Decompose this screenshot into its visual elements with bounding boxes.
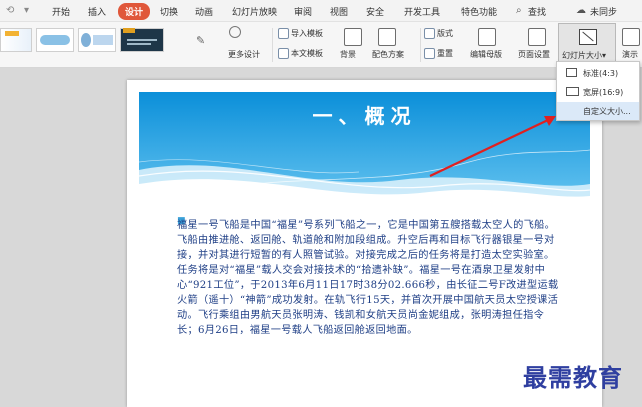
reset-label: 重置	[437, 49, 453, 58]
page-setup-button[interactable]: 页面设置	[518, 49, 550, 60]
custom-size-option[interactable]: 自定义大小...	[557, 102, 639, 120]
slide-size-dropdown: 标准(4:3) 宽屏(16:9) 自定义大小...	[556, 61, 640, 121]
theme-thumbnail-3[interactable]	[78, 28, 116, 52]
text-template-button[interactable]: 本文模板	[278, 48, 323, 59]
menu-home[interactable]: 开始	[52, 5, 70, 18]
more-designs-label[interactable]: 更多设计	[228, 49, 260, 60]
slide-size-label: 幻灯片大小	[562, 51, 602, 60]
menu-developer[interactable]: 开发工具	[404, 5, 440, 18]
menu-animation[interactable]: 动画	[195, 5, 213, 18]
separator	[420, 28, 421, 62]
import-template-button[interactable]: 导入模板	[278, 28, 323, 39]
sync-status[interactable]: 未同步	[590, 5, 617, 18]
import-template-label: 导入模板	[291, 29, 323, 38]
text-template-label: 本文模板	[291, 49, 323, 58]
reset-button[interactable]: 重置	[424, 48, 453, 59]
slide-body-text[interactable]: 福星一号飞船是中国“福星”号系列飞船之一，它是中国第五艘搭载太空人的飞船。飞船由…	[177, 218, 562, 338]
widescreen-size-label: 宽屏(16:9)	[583, 88, 624, 97]
layout-button[interactable]: 版式	[424, 28, 453, 39]
edit-master-button[interactable]: 编辑母版	[470, 49, 502, 60]
page-setup-icon[interactable]	[528, 28, 546, 46]
brush-icon[interactable]: ✎	[196, 34, 205, 47]
menu-view[interactable]: 视图	[330, 5, 348, 18]
present-icon[interactable]	[622, 28, 640, 46]
undo-icon[interactable]: ⟲	[6, 5, 14, 16]
design-ribbon: ✎ 更多设计 导入模板 本文模板 背景 配色方案 版式 重置 编辑母版 页面设置…	[0, 22, 642, 68]
background-icon[interactable]	[344, 28, 362, 46]
wps-presentation-window: ⟲ ▾ 开始 插入 设计 切换 动画 幻灯片放映 审阅 视图 安全 开发工具 特…	[0, 0, 642, 407]
menu-bar: ⟲ ▾ 开始 插入 设计 切换 动画 幻灯片放映 审阅 视图 安全 开发工具 特…	[0, 0, 642, 22]
standard-size-option[interactable]: 标准(4:3)	[557, 64, 639, 82]
more-designs-icon[interactable]	[229, 26, 241, 38]
watermark-text: 最需教育	[523, 363, 623, 392]
menu-find[interactable]: 查找	[528, 5, 546, 18]
edit-master-icon[interactable]	[478, 28, 496, 46]
standard-size-label: 标准(4:3)	[583, 69, 619, 78]
background-button[interactable]: 背景	[340, 49, 356, 60]
color-scheme-icon[interactable]	[378, 28, 396, 46]
present-button[interactable]: 演示	[622, 49, 638, 60]
standard-size-icon	[566, 68, 577, 77]
menu-review[interactable]: 审阅	[294, 5, 312, 18]
text-template-icon	[278, 48, 289, 59]
widescreen-size-option[interactable]: 宽屏(16:9)	[557, 83, 639, 101]
chevron-down-icon: ▾	[602, 51, 607, 60]
menu-transition[interactable]: 切换	[160, 5, 178, 18]
menu-features[interactable]: 特色功能	[461, 5, 497, 18]
layout-label: 版式	[437, 29, 453, 38]
layout-icon	[424, 28, 435, 39]
widescreen-size-icon	[566, 87, 579, 96]
theme-thumbnail-4[interactable]	[120, 28, 164, 52]
chevron-down-icon[interactable]: ▾	[24, 5, 29, 16]
cloud-icon: ☁	[576, 5, 586, 16]
menu-design[interactable]: 设计	[118, 3, 151, 20]
color-scheme-button[interactable]: 配色方案	[372, 49, 404, 60]
slide-title[interactable]: 一、概况	[139, 100, 590, 129]
custom-size-label: 自定义大小...	[583, 107, 631, 116]
theme-thumbnail-2[interactable]	[36, 28, 74, 52]
theme-thumbnail-1[interactable]	[0, 28, 32, 52]
menu-insert[interactable]: 插入	[88, 5, 106, 18]
reset-icon	[424, 48, 435, 59]
separator	[272, 28, 273, 62]
import-template-icon	[278, 28, 289, 39]
menu-security[interactable]: 安全	[366, 5, 384, 18]
slide-size-icon	[579, 29, 597, 45]
menu-slideshow[interactable]: 幻灯片放映	[232, 5, 277, 18]
search-icon[interactable]: ⌕	[516, 5, 522, 16]
